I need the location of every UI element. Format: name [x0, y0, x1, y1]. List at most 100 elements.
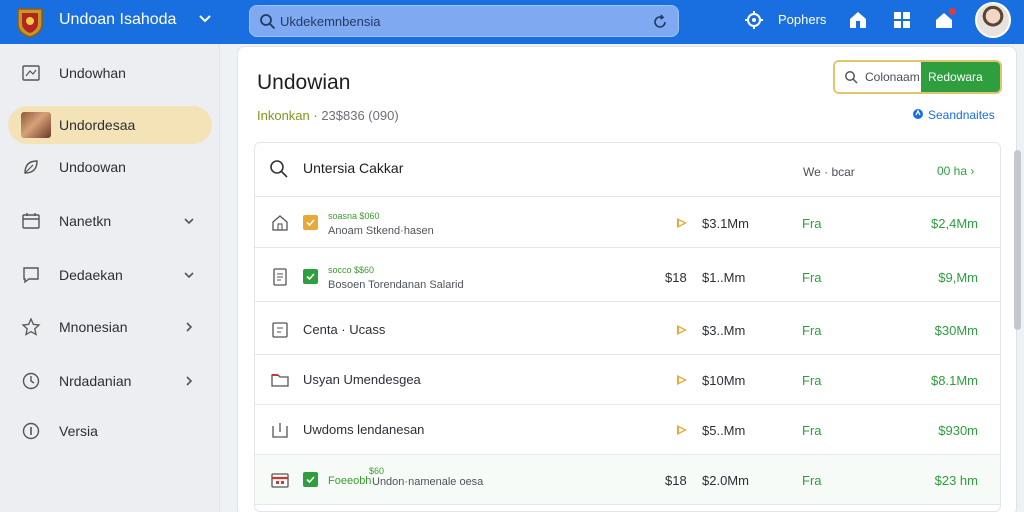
photo-icon	[21, 63, 41, 83]
account-label[interactable]: Pophers	[778, 12, 826, 27]
sidebar-item-6[interactable]: Mnonesian	[8, 308, 212, 346]
table-row[interactable]: $60 Foeeobh Undon·namenale oesa $18 $2.0…	[255, 455, 1000, 505]
row-checkbox[interactable]	[303, 215, 318, 230]
row-name: Foeeobh	[328, 475, 372, 487]
sidebar-item-1[interactable]: Undowhan	[8, 54, 212, 92]
row-checkbox[interactable]	[303, 269, 318, 284]
help-link[interactable]: Seandnaites	[912, 108, 995, 122]
secondary-button[interactable]: Colonaam	[835, 62, 921, 92]
row-total: $8.1Mm	[931, 373, 978, 388]
row-price: $3..Mm	[702, 323, 746, 338]
leaf-icon	[21, 157, 41, 177]
row-status: Fra	[802, 216, 822, 231]
brand-logo-icon[interactable]	[15, 6, 45, 38]
table-row[interactable]: Usyan Umendesgea $10Mm Fra $8.1Mm	[255, 355, 1000, 405]
row-price: $1..Mm	[702, 270, 746, 285]
sidebar-item-2[interactable]: Undordesaa	[8, 106, 212, 144]
user-avatar[interactable]	[975, 2, 1011, 38]
row-total: $23 hm	[934, 473, 978, 488]
upload-icon	[270, 420, 290, 440]
row-price: $3.1Mm	[702, 216, 749, 231]
main-content: Undowian Inkonkan · 23$836 (090) Colonaa…	[237, 46, 1017, 512]
sidebar-item-label: Nanetkn	[59, 213, 112, 229]
row-checkbox[interactable]	[303, 472, 318, 487]
table-row[interactable]: Centa · Ucass $3..Mm Fra $30Mm	[255, 305, 1000, 355]
panel-view-all-link[interactable]: 00 ha ›	[937, 164, 974, 178]
chevron-down-icon[interactable]	[197, 11, 213, 27]
page-subtitle: Inkonkan · 23$836 (090)	[257, 108, 399, 123]
chevron-down-icon[interactable]	[182, 214, 196, 228]
help-link-label: Seandnaites	[928, 108, 995, 122]
notification-badge	[949, 8, 956, 15]
search-icon	[844, 70, 858, 84]
panel-header: Untersia Cakkar We · bcar 00 ha ›	[255, 143, 1000, 197]
row-price: $5..Mm	[702, 423, 746, 438]
sidebar-item-label: Dedaekan	[59, 267, 123, 283]
frame-icon	[270, 320, 290, 340]
row-total: $930m	[938, 423, 978, 438]
star-icon	[21, 317, 41, 337]
sidebar-item-label: Nrdadanian	[59, 373, 132, 389]
app-name[interactable]: Undoan Isahoda	[59, 11, 176, 29]
play-icon[interactable]	[675, 323, 689, 337]
chevron-down-icon[interactable]	[182, 268, 196, 282]
sidebar-item-7[interactable]: Nrdadanian	[8, 362, 212, 400]
chevron-right-icon[interactable]	[182, 320, 196, 334]
sidebar-item-8[interactable]: Versia	[8, 412, 212, 450]
row-total: $9,Mm	[938, 270, 978, 285]
grid-icon[interactable]	[892, 10, 912, 30]
sidebar-item-4[interactable]: Nanetkn	[8, 202, 212, 240]
info-icon	[21, 421, 41, 441]
home-icon[interactable]	[848, 10, 868, 30]
row-price: $10Mm	[702, 373, 746, 388]
row-tag: socco $$60	[328, 265, 375, 275]
table-row[interactable]: soasna $060 Anoam Stkend·hasen $3.1Mm Fr…	[255, 198, 1000, 248]
sidebar: Undowhan Undordesaa Undoowan Nanetkn Ded…	[0, 44, 220, 512]
primary-button-label: Redowara	[928, 70, 983, 84]
row-description: Undon·namenale oesa	[372, 476, 484, 488]
search-icon[interactable]	[269, 159, 289, 179]
row-status: Fra	[802, 473, 822, 488]
house-icon	[270, 213, 290, 233]
top-bar: Undoan Isahoda Pophers	[0, 0, 1024, 44]
row-status: Fra	[802, 423, 822, 438]
primary-button[interactable]: Redowara	[921, 62, 1000, 92]
search-input[interactable]	[280, 10, 640, 32]
play-icon[interactable]	[675, 373, 689, 387]
refresh-icon[interactable]	[652, 14, 668, 30]
subtitle-detail: · 23$836 (090)	[309, 108, 399, 123]
sidebar-item-label: Versia	[59, 423, 98, 439]
calendar-icon	[21, 211, 41, 231]
row-description: Anoam Stkend·hasen	[328, 225, 434, 237]
page-title: Undowian	[257, 71, 351, 94]
sidebar-item-3[interactable]: Undoowan	[8, 148, 212, 186]
row-total: $2,4Mm	[931, 216, 978, 231]
row-name: Centa · Ucass	[303, 322, 386, 337]
sidebar-item-label: Undowhan	[59, 65, 126, 81]
target-icon[interactable]	[744, 10, 764, 30]
sidebar-item-5[interactable]: Dedaekan	[8, 256, 212, 294]
table-row[interactable]: Uwdoms lendanesan $5..Mm Fra $930m	[255, 405, 1000, 455]
play-icon[interactable]	[675, 216, 689, 230]
row-tag: soasna $060	[328, 211, 380, 221]
thumbnail-image	[21, 112, 51, 138]
folder-icon	[270, 370, 290, 390]
play-icon[interactable]	[675, 423, 689, 437]
row-total: $30Mm	[934, 323, 978, 338]
search-bar[interactable]	[249, 5, 679, 37]
sidebar-item-label: Undoowan	[59, 159, 126, 175]
search-icon	[259, 13, 276, 30]
table-row[interactable]: socco $$60 Bosoen Torendanan Salarid $18…	[255, 252, 1000, 302]
row-name: Usyan Umendesgea	[303, 372, 421, 387]
secondary-button-label: Colonaam	[865, 70, 920, 84]
scrollbar[interactable]	[1014, 150, 1021, 330]
subtitle-highlight: Inkonkan	[257, 108, 310, 123]
row-price: $2.0Mm	[702, 473, 749, 488]
sidebar-item-label: Mnonesian	[59, 319, 128, 335]
panel-title: Untersia Cakkar	[303, 160, 404, 176]
chevron-right-icon[interactable]	[182, 374, 196, 388]
document-icon	[270, 267, 290, 287]
row-quantity: $18	[665, 270, 687, 285]
action-buttons: Colonaam Redowara	[833, 60, 1002, 94]
row-name: Uwdoms lendanesan	[303, 422, 425, 437]
